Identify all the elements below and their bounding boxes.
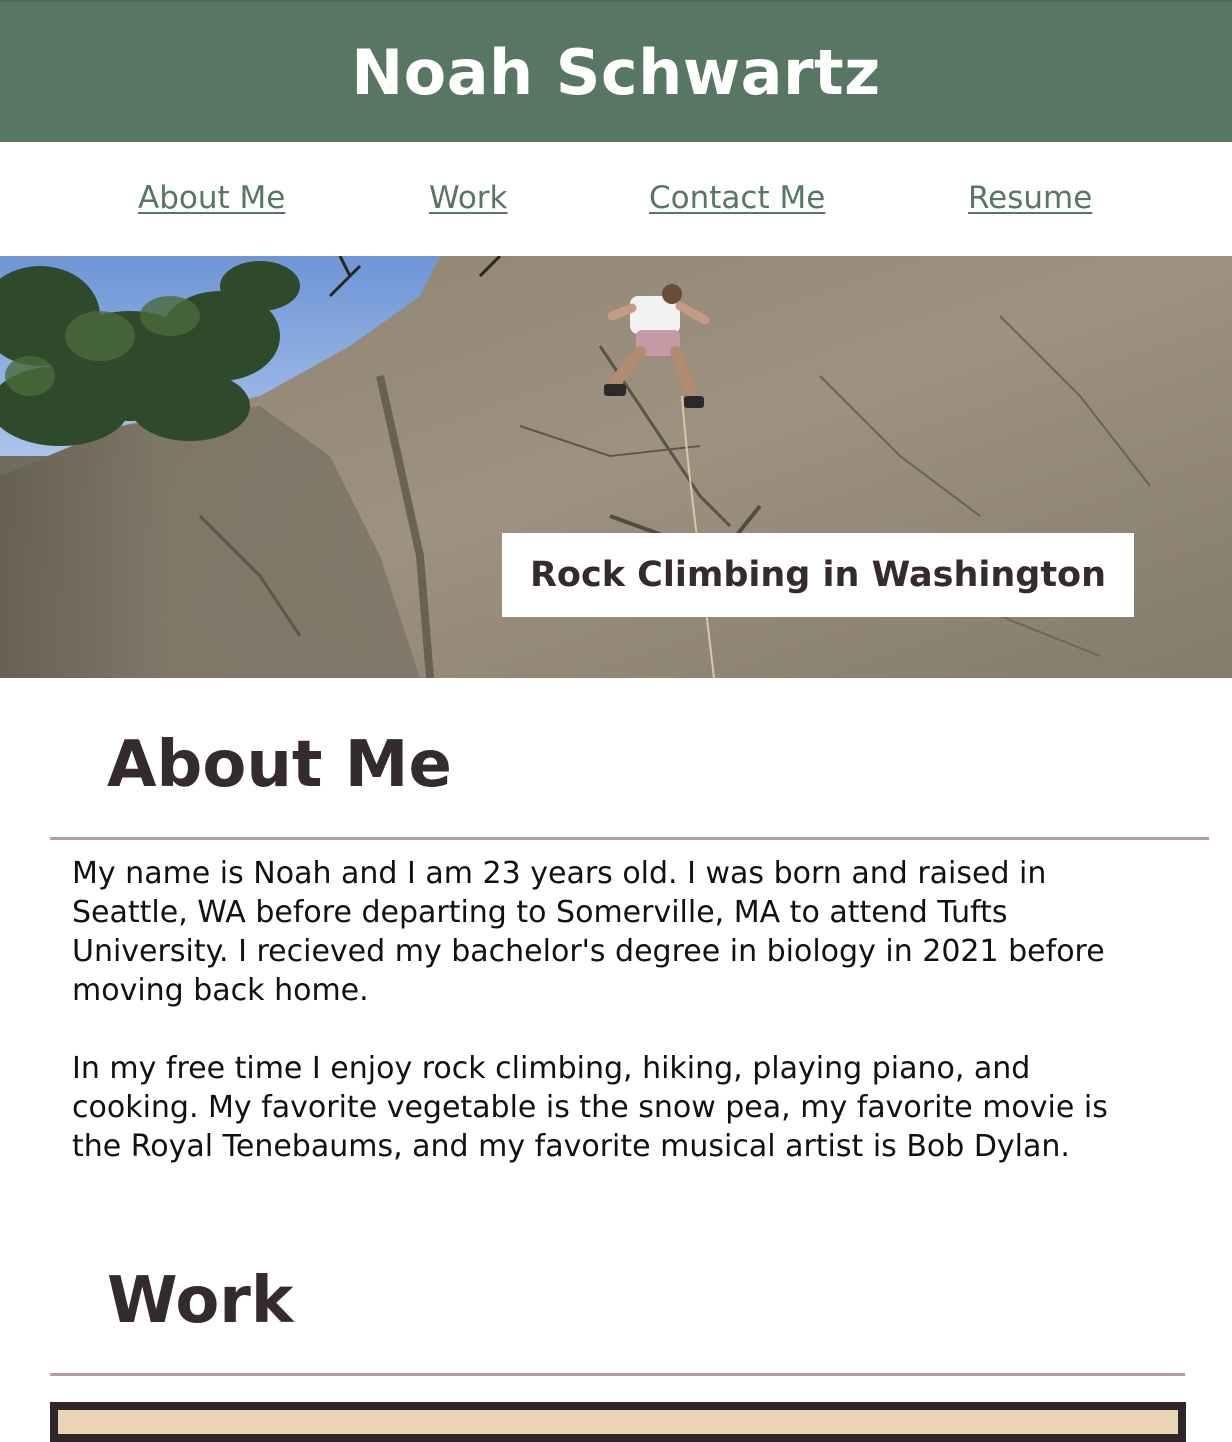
about-paragraph-2: In my free time I enjoy rock climbing, h… (72, 1051, 1108, 1164)
about-paragraph-1: My name is Noah and I am 23 years old. I… (72, 856, 1105, 1008)
work-card-inner (58, 1410, 1178, 1434)
hero-banner: Rock Climbing in Washington (0, 256, 1232, 678)
nav-link-contact-me[interactable]: Contact Me (649, 180, 825, 216)
main-nav: About Me Work Contact Me Resume (0, 142, 1232, 256)
nav-link-work[interactable]: Work (429, 180, 508, 216)
nav-link-resume[interactable]: Resume (968, 180, 1092, 216)
hero-caption-text: Rock Climbing in Washington (529, 555, 1107, 595)
about-divider (50, 837, 1209, 840)
site-title: Noah Schwartz (351, 35, 881, 109)
site-header: Noah Schwartz (0, 0, 1232, 142)
work-card (50, 1402, 1186, 1442)
work-title: Work (107, 1264, 294, 1338)
nav-link-about-me[interactable]: About Me (138, 180, 285, 216)
work-divider (50, 1373, 1185, 1376)
about-title: About Me (107, 728, 452, 802)
hero-caption: Rock Climbing in Washington (502, 533, 1134, 617)
main-content: About Me My name is Noah and I am 23 yea… (0, 678, 1232, 1418)
